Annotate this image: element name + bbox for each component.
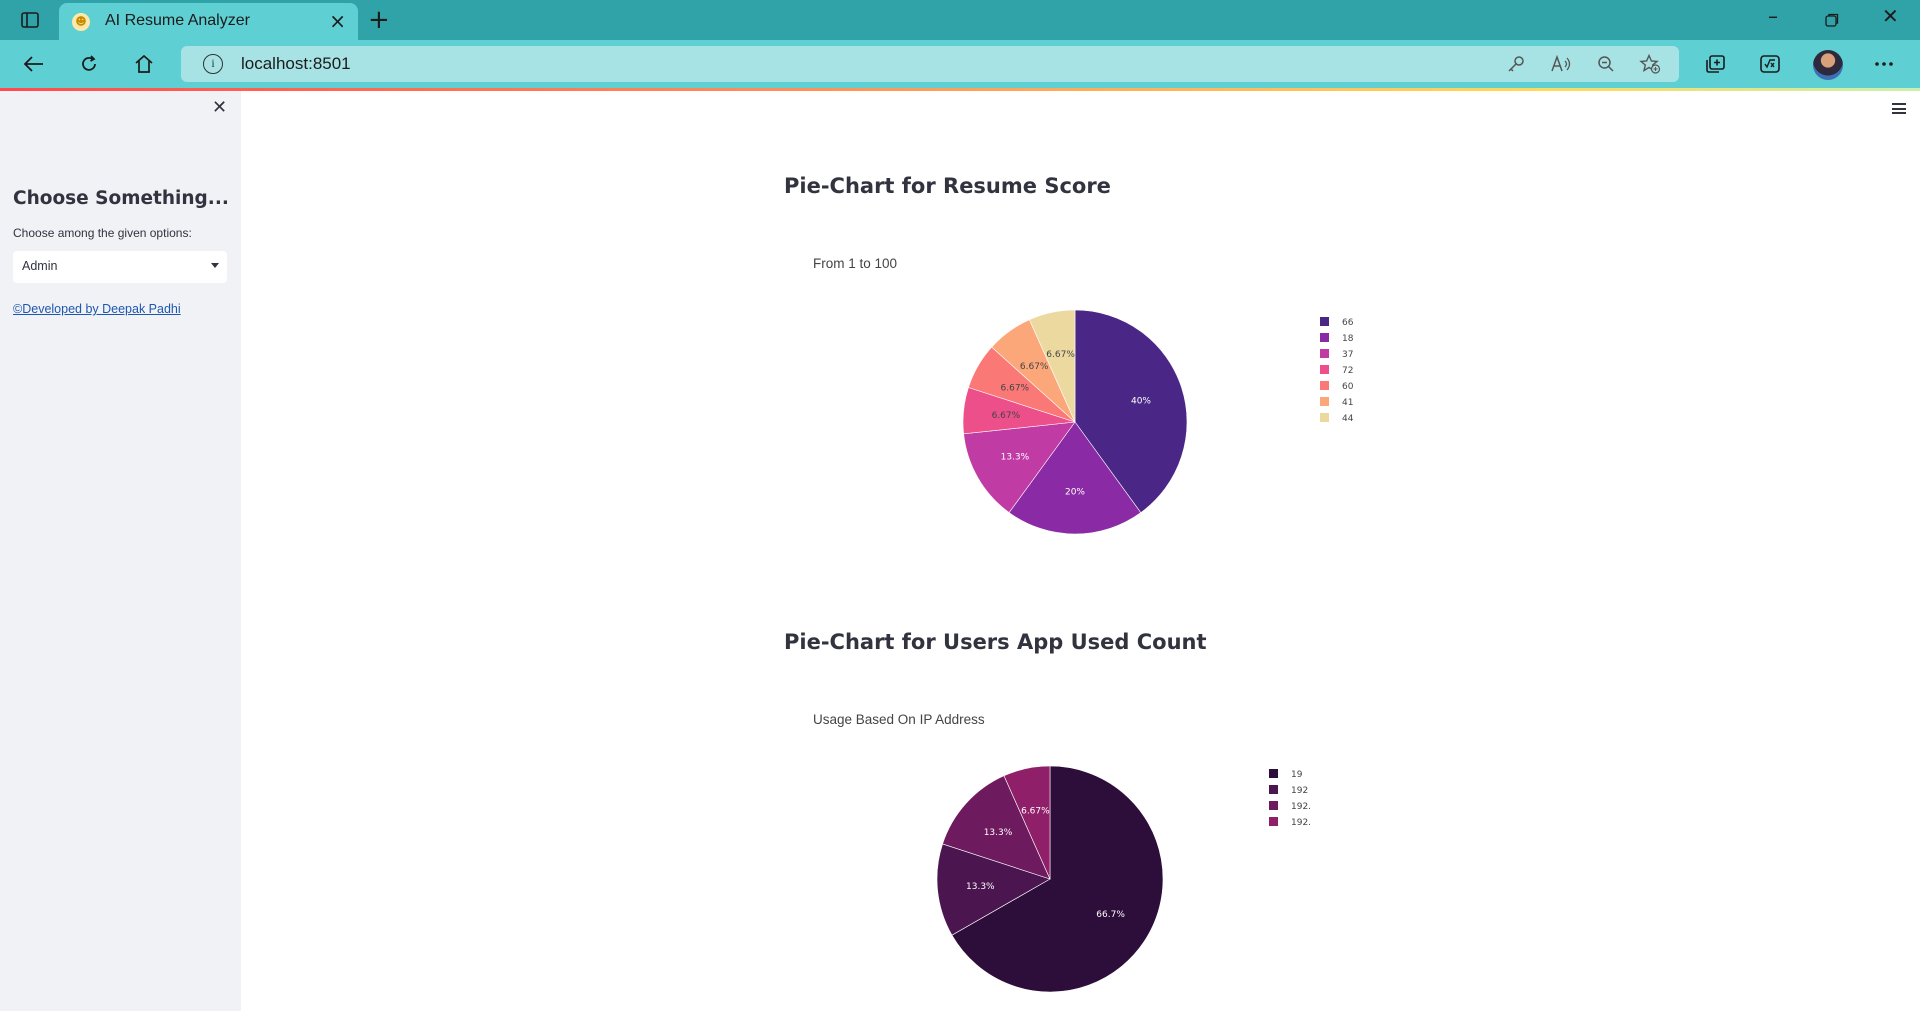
sidebar: ✕ Choose Something... Choose among the g…: [0, 91, 241, 1011]
score-section-title: Pie-Chart for Resume Score: [784, 174, 1111, 198]
usage-pie-chart: 66.7% 13.3% 13.3% 6.67% 19 192 192. 192.: [936, 765, 1311, 993]
slice-label: 20%: [1065, 487, 1085, 497]
password-key-icon[interactable]: [1503, 53, 1529, 75]
usage-section-title: Pie-Chart for Users App Used Count: [784, 630, 1207, 654]
new-tab-icon[interactable]: +: [368, 5, 390, 35]
role-selectbox[interactable]: Admin: [13, 251, 227, 283]
resume-score-pie-chart: 40% 20% 13.3% 6.67% 6.67% 6.67% 6.67% 66 18 37 72 6…: [962, 309, 1354, 535]
tab-title: AI Resume Analyzer: [105, 12, 250, 29]
legend-label: 192: [1291, 786, 1308, 796]
slice-label: 13.3%: [966, 882, 995, 892]
slice-label: 6.67%: [1020, 362, 1049, 372]
profile-avatar[interactable]: [1813, 50, 1843, 80]
zoom-out-icon[interactable]: [1593, 53, 1619, 75]
favicon-icon: ☻: [72, 13, 90, 31]
legend-swatch: [1269, 801, 1278, 810]
window-close-icon[interactable]: ✕: [1882, 4, 1899, 28]
tab-actions-icon[interactable]: [14, 8, 46, 32]
more-icon[interactable]: [1869, 50, 1899, 78]
legend-swatch: [1320, 397, 1329, 406]
legend-label: 44: [1342, 414, 1354, 424]
legend-swatch: [1269, 817, 1278, 826]
legend-swatch: [1320, 365, 1329, 374]
streamlit-decoration-bar: [0, 88, 1920, 91]
slice-label: 13.3%: [1001, 453, 1030, 463]
slice-label: 40%: [1131, 397, 1151, 407]
sidebar-heading: Choose Something...: [13, 188, 229, 209]
slice-label: 6.67%: [1001, 383, 1030, 393]
legend-swatch: [1320, 349, 1329, 358]
legend-swatch: [1320, 381, 1329, 390]
legend-label: 192.: [1291, 818, 1311, 828]
select-value: Admin: [22, 259, 58, 273]
legend-swatch: [1320, 413, 1329, 422]
legend-swatch: [1320, 333, 1329, 342]
legend-label: 19: [1291, 770, 1303, 780]
refresh-icon[interactable]: [74, 50, 104, 78]
url-text: localhost:8501: [241, 54, 351, 73]
browser-tab-bar: ☻ AI Resume Analyzer × + – ✕: [0, 0, 1920, 40]
sidebar-close-icon[interactable]: ✕: [212, 97, 227, 118]
legend-label: 41: [1342, 398, 1353, 408]
chevron-down-icon: [211, 263, 219, 268]
browser-toolbar: i localhost:8501: [0, 40, 1920, 88]
developer-link[interactable]: ©Developed by Deepak Padhi: [13, 302, 181, 316]
slice-label: 66.7%: [1096, 910, 1125, 920]
legend-label: 18: [1342, 334, 1354, 344]
legend-label: 37: [1342, 350, 1353, 360]
score-chart-title: From 1 to 100: [813, 256, 898, 271]
add-favorite-icon[interactable]: [1637, 53, 1663, 75]
tab-close-icon[interactable]: ×: [329, 9, 346, 33]
legend-swatch: [1269, 785, 1278, 794]
usage-chart-title: Usage Based On IP Address: [813, 712, 985, 727]
back-icon[interactable]: [19, 50, 49, 78]
legend-swatch: [1269, 769, 1278, 778]
slice-label: 6.67%: [1046, 350, 1075, 360]
select-label: Choose among the given options:: [13, 226, 192, 240]
active-browser-tab[interactable]: ☻ AI Resume Analyzer ×: [59, 3, 358, 40]
address-bar[interactable]: i localhost:8501: [181, 46, 1679, 82]
collections-icon[interactable]: [1700, 50, 1730, 78]
restore-icon[interactable]: [1825, 8, 1839, 32]
hamburger-menu-icon[interactable]: [1892, 103, 1906, 114]
legend-label: 72: [1342, 366, 1353, 376]
legend-swatch: [1320, 317, 1329, 326]
legend-label: 66: [1342, 318, 1354, 328]
read-aloud-icon[interactable]: [1548, 53, 1574, 75]
slice-label: 6.67%: [992, 411, 1021, 421]
slice-label: 13.3%: [984, 828, 1013, 838]
site-info-icon[interactable]: i: [203, 54, 223, 74]
home-icon[interactable]: [129, 50, 159, 78]
math-solver-icon[interactable]: [1755, 50, 1785, 78]
minimize-icon[interactable]: –: [1768, 4, 1778, 28]
legend-label: 192.: [1291, 802, 1311, 812]
slice-label: 6.67%: [1021, 807, 1050, 817]
legend-label: 60: [1342, 382, 1354, 392]
